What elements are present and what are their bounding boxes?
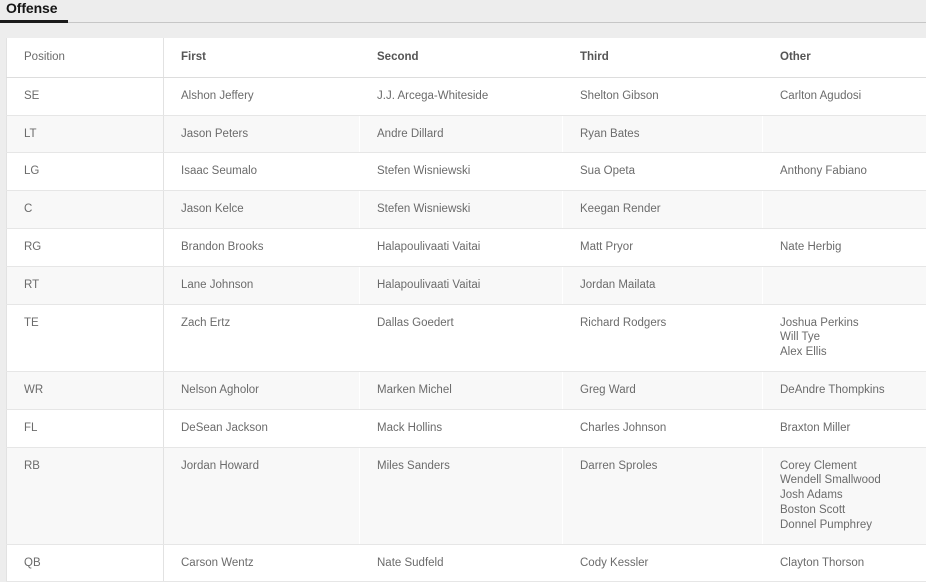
cell-third: Ryan Bates: [563, 115, 763, 153]
player-name: Alex Ellis: [780, 345, 926, 360]
cell-other: Nate Herbig: [763, 228, 926, 266]
tab-offense[interactable]: Offense: [6, 0, 63, 21]
table-header: Position First Second Third Other: [7, 38, 926, 77]
cell-second: Dallas Goedert: [360, 304, 563, 371]
player-name: Josh Adams: [780, 488, 926, 503]
cell-other: Braxton Miller: [763, 409, 926, 447]
table-row: CJason KelceStefen WisniewskiKeegan Rend…: [7, 191, 926, 229]
table-row: LGIsaac SeumaloStefen WisniewskiSua Opet…: [7, 153, 926, 191]
cell-third: Greg Ward: [563, 371, 763, 409]
table-row: TEZach ErtzDallas GoedertRichard Rodgers…: [7, 304, 926, 371]
cell-other: [763, 115, 926, 153]
player-name: Corey Clement: [780, 459, 926, 474]
cell-second: Marken Michel: [360, 371, 563, 409]
cell-position: LG: [7, 153, 164, 191]
cell-other: Carlton Agudosi: [763, 77, 926, 115]
cell-position: C: [7, 191, 164, 229]
cell-other: Anthony Fabiano: [763, 153, 926, 191]
cell-third: Richard Rodgers: [563, 304, 763, 371]
column-header-third[interactable]: Third: [563, 38, 763, 77]
cell-first: Isaac Seumalo: [164, 153, 360, 191]
cell-first: Jordan Howard: [164, 447, 360, 544]
cell-other: DeAndre Thompkins: [763, 371, 926, 409]
cell-position: QB: [7, 544, 164, 582]
table-row: WRNelson AgholorMarken MichelGreg Ward De…: [7, 371, 926, 409]
cell-position: LT: [7, 115, 164, 153]
cell-other: [763, 191, 926, 229]
column-header-first[interactable]: First: [164, 38, 360, 77]
player-name: Carlton Agudosi: [780, 89, 926, 104]
table-header-row: Position First Second Third Other: [7, 38, 926, 77]
cell-first: Carson Wentz: [164, 544, 360, 582]
player-name: Nate Herbig: [780, 240, 926, 255]
player-name: Clayton Thorson: [780, 556, 926, 571]
cell-second: Nate Sudfeld: [360, 544, 563, 582]
table-row: RTLane JohnsonHalapoulivaati VaitaiJorda…: [7, 266, 926, 304]
player-name: DeAndre Thompkins: [780, 383, 926, 398]
table-row: FLDeSean JacksonMack HollinsCharles John…: [7, 409, 926, 447]
cell-position: TE: [7, 304, 164, 371]
depth-chart-table: Position First Second Third Other SEAlsh…: [6, 38, 926, 582]
cell-second: Andre Dillard: [360, 115, 563, 153]
cell-position: WR: [7, 371, 164, 409]
cell-third: Keegan Render: [563, 191, 763, 229]
cell-second: Mack Hollins: [360, 409, 563, 447]
cell-position: SE: [7, 77, 164, 115]
table-body: SEAlshon JefferyJ.J. Arcega-WhitesideShe…: [7, 77, 926, 582]
cell-second: Halapoulivaati Vaitai: [360, 228, 563, 266]
player-name: Wendell Smallwood: [780, 473, 926, 488]
cell-third: Cody Kessler: [563, 544, 763, 582]
cell-third: Jordan Mailata: [563, 266, 763, 304]
player-name: Anthony Fabiano: [780, 164, 926, 179]
cell-other: [763, 266, 926, 304]
tab-strip: Offense: [0, 0, 926, 23]
cell-position: RG: [7, 228, 164, 266]
cell-third: Shelton Gibson: [563, 77, 763, 115]
cell-other: Corey ClementWendell SmallwoodJosh Adams…: [763, 447, 926, 544]
table-row: LTJason PetersAndre DillardRyan Bates: [7, 115, 926, 153]
cell-second: Stefen Wisniewski: [360, 191, 563, 229]
tab-active-indicator: [0, 20, 68, 23]
player-name: Donnel Pumphrey: [780, 518, 926, 533]
cell-third: Sua Opeta: [563, 153, 763, 191]
cell-other: Joshua PerkinsWill TyeAlex Ellis: [763, 304, 926, 371]
cell-first: Jason Kelce: [164, 191, 360, 229]
cell-third: Matt Pryor: [563, 228, 763, 266]
cell-first: Nelson Agholor: [164, 371, 360, 409]
column-header-other[interactable]: Other: [763, 38, 926, 77]
cell-position: RT: [7, 266, 164, 304]
player-name: Boston Scott: [780, 503, 926, 518]
player-name: Joshua Perkins: [780, 316, 926, 331]
cell-first: Jason Peters: [164, 115, 360, 153]
table-row: QBCarson WentzNate SudfeldCody Kessler Cl…: [7, 544, 926, 582]
player-name: Braxton Miller: [780, 421, 926, 436]
cell-second: Stefen Wisniewski: [360, 153, 563, 191]
column-header-second[interactable]: Second: [360, 38, 563, 77]
depth-chart-container: Position First Second Third Other SEAlsh…: [0, 38, 926, 582]
cell-first: Lane Johnson: [164, 266, 360, 304]
player-name: Will Tye: [780, 330, 926, 345]
table-row: RBJordan HowardMiles SandersDarren Sprol…: [7, 447, 926, 544]
cell-third: Charles Johnson: [563, 409, 763, 447]
cell-position: FL: [7, 409, 164, 447]
cell-other: Clayton Thorson: [763, 544, 926, 582]
cell-second: J.J. Arcega-Whiteside: [360, 77, 563, 115]
table-row: RGBrandon BrooksHalapoulivaati VaitaiMat…: [7, 228, 926, 266]
cell-third: Darren Sproles: [563, 447, 763, 544]
cell-second: Halapoulivaati Vaitai: [360, 266, 563, 304]
cell-second: Miles Sanders: [360, 447, 563, 544]
cell-first: Brandon Brooks: [164, 228, 360, 266]
cell-first: Alshon Jeffery: [164, 77, 360, 115]
cell-first: Zach Ertz: [164, 304, 360, 371]
column-header-position[interactable]: Position: [7, 38, 164, 77]
table-row: SEAlshon JefferyJ.J. Arcega-WhitesideShe…: [7, 77, 926, 115]
cell-position: RB: [7, 447, 164, 544]
cell-first: DeSean Jackson: [164, 409, 360, 447]
